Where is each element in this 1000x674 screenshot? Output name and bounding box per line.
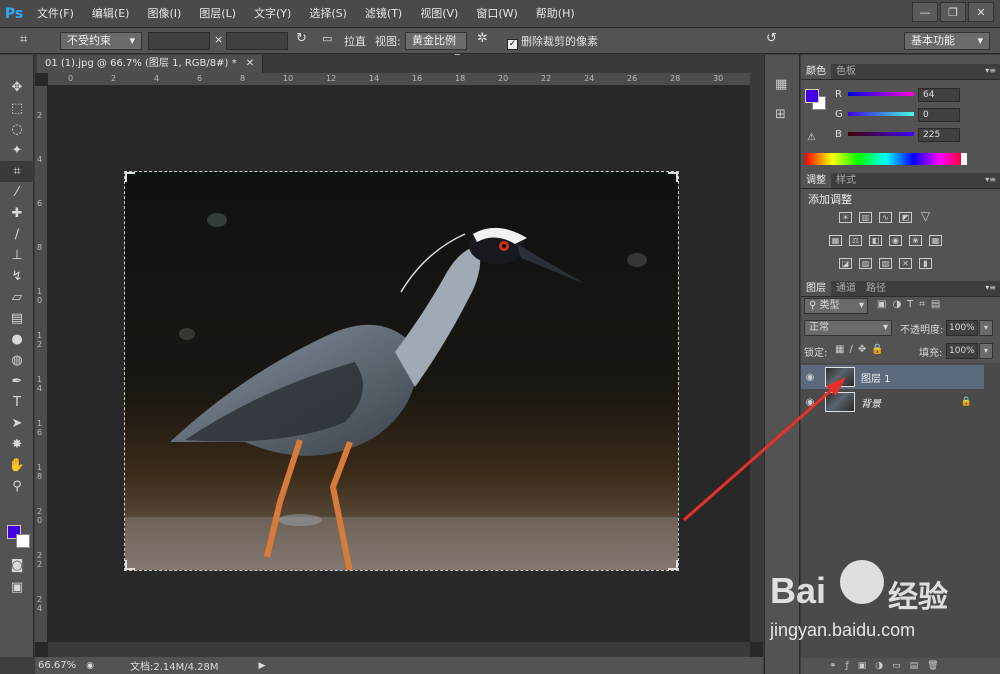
paw-icon	[840, 560, 884, 604]
baidu-watermark: Bai 经验 jingyan.baidu.com	[770, 560, 990, 650]
color-panel-foreground-swatch[interactable]	[805, 89, 819, 103]
watermark-brand-cn: 经验	[888, 580, 948, 615]
watermark-brand: Bai	[770, 570, 827, 611]
watermark-url: jingyan.baidu.com	[770, 620, 916, 640]
